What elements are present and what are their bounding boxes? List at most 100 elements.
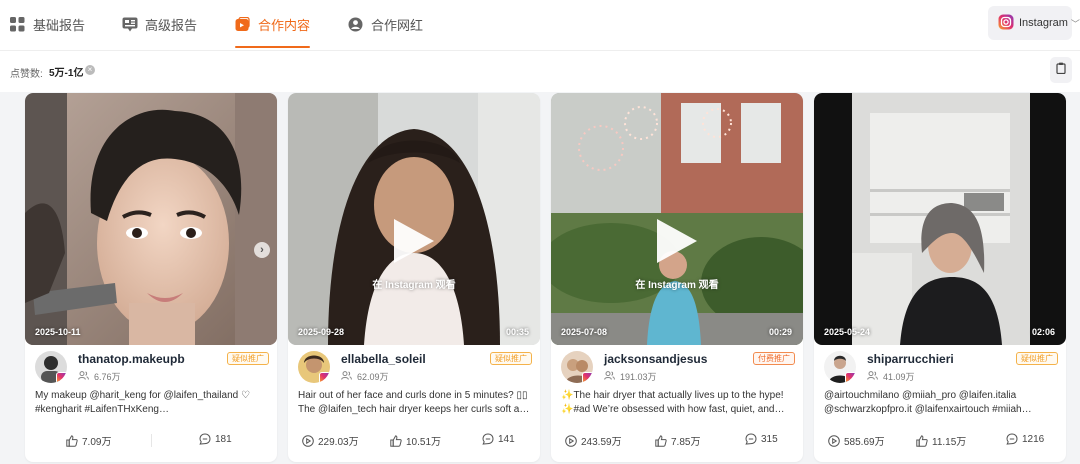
thumbs-up-icon xyxy=(66,434,78,447)
followers-count: 191.03万 xyxy=(620,372,657,382)
content-icon xyxy=(235,16,250,32)
video-thumbnail[interactable]: 在 Instagram 观看 2025-07-08 00:29 xyxy=(551,93,803,345)
comments-count: 181 xyxy=(215,433,232,445)
likes-count: 7.85万 xyxy=(671,437,701,448)
tab-collab-influencers[interactable]: 合作网红 xyxy=(348,0,423,48)
clipboard-icon xyxy=(1056,61,1066,79)
caption: My makeup @harit_keng for @laifen_thaila… xyxy=(35,389,269,417)
followers: 62.09万 xyxy=(341,370,389,383)
play-circle-icon xyxy=(828,434,840,447)
watch-on-instagram[interactable]: 在 Instagram 观看 xyxy=(551,276,803,291)
stats-row: 229.03万 10.51万 141 xyxy=(288,433,540,449)
comments-stat: 181 xyxy=(199,433,232,445)
avatar[interactable] xyxy=(298,351,330,383)
author-row: ellabella_soleil 62.09万 疑似推广 xyxy=(298,351,532,385)
followers-icon xyxy=(867,371,878,382)
comment-icon xyxy=(199,433,211,445)
author-handle[interactable]: thanatop.makeupb xyxy=(78,352,185,366)
report-icon xyxy=(122,17,138,32)
instagram-badge-icon xyxy=(319,372,330,383)
clear-filter-icon[interactable]: × xyxy=(85,65,95,75)
top-nav: 基础报告 高级报告 合作内容 合作网红 Instagram ﹀ xyxy=(0,0,1080,50)
content-card[interactable]: 2025-05-24 02:06 shiparrucchieri 41.09万 … xyxy=(814,93,1066,462)
instagram-icon xyxy=(998,14,1014,33)
avatar[interactable] xyxy=(561,351,593,383)
likes-count: 11.15万 xyxy=(932,437,967,448)
promotion-tag: 疑似推广 xyxy=(227,352,269,365)
avatar[interactable] xyxy=(824,351,856,383)
content-card[interactable]: 在 Instagram 观看 2025-09-28 00:35 ellabell… xyxy=(288,93,540,462)
tab-label: 合作内容 xyxy=(258,17,311,33)
play-icon[interactable] xyxy=(657,219,697,263)
comments-stat: 1216 xyxy=(1006,433,1044,445)
comment-icon xyxy=(745,433,757,445)
play-circle-icon xyxy=(565,434,577,447)
caption: ✨The hair dryer that actually lives up t… xyxy=(561,389,795,417)
export-button[interactable] xyxy=(1050,57,1072,83)
tab-collab-content[interactable]: 合作内容 xyxy=(235,0,311,48)
followers-count: 62.09万 xyxy=(357,372,389,382)
video-duration: 00:35 xyxy=(505,327,529,337)
views-stat: 229.03万 xyxy=(302,433,359,448)
likes-stat: 7.85万 xyxy=(655,433,700,448)
author-row: jacksonsandjesus 191.03万 付费推广 xyxy=(561,351,795,385)
post-date: 2025-05-24 xyxy=(824,327,871,337)
platform-selector[interactable]: Instagram ﹀ xyxy=(988,6,1080,40)
post-date: 2025-09-28 xyxy=(298,327,345,337)
tab-advanced-report[interactable]: 高级报告 xyxy=(122,0,197,48)
author-handle[interactable]: jacksonsandjesus xyxy=(604,352,707,366)
likes-stat: 10.51万 xyxy=(390,433,441,448)
thumbs-up-icon xyxy=(916,434,928,447)
tab-basic-report[interactable]: 基础报告 xyxy=(10,0,85,48)
views-count: 585.69万 xyxy=(844,437,885,448)
author-handle[interactable]: ellabella_soleil xyxy=(341,352,426,366)
author-handle[interactable]: shiparrucchieri xyxy=(867,352,954,366)
likes-count: 7.09万 xyxy=(82,437,112,448)
followers: 6.76万 xyxy=(78,370,121,383)
views-count: 229.03万 xyxy=(318,437,359,448)
stats-row: 243.59万 7.85万 315 xyxy=(551,433,803,449)
video-thumbnail[interactable]: 2025-05-24 02:06 xyxy=(814,93,1066,345)
video-duration: 02:06 xyxy=(1031,327,1055,337)
promotion-tag: 疑似推广 xyxy=(490,352,532,365)
caption-line: #kengharit #LaifenTHxKeng… xyxy=(35,404,169,415)
views-count: 243.59万 xyxy=(581,437,622,448)
video-thumbnail[interactable]: › 2025-10-11 xyxy=(25,93,277,345)
comments-stat: 141 xyxy=(482,433,515,445)
caption-line: ✨#ad We’re obsessed with how fast, quiet… xyxy=(561,404,785,415)
comment-icon xyxy=(482,433,494,445)
instagram-badge-icon xyxy=(845,372,856,383)
post-date: 2025-07-08 xyxy=(561,327,608,337)
avatar[interactable] xyxy=(35,351,67,383)
content-card[interactable]: 在 Instagram 观看 2025-07-08 00:29 jacksons… xyxy=(551,93,803,462)
instagram-badge-icon xyxy=(56,372,67,383)
grid-icon xyxy=(10,16,25,32)
chevron-down-icon: ﹀ xyxy=(1070,18,1080,29)
platform-label: Instagram xyxy=(1019,17,1068,29)
promotion-tag: 付费推广 xyxy=(753,352,795,365)
watch-on-instagram[interactable]: 在 Instagram 观看 xyxy=(288,276,540,291)
instagram-badge-icon xyxy=(582,372,593,383)
stats-row: 585.69万 11.15万 1216 xyxy=(814,433,1066,449)
caption-line: My makeup @harit_keng for @laifen_thaila… xyxy=(35,390,250,401)
filter-value[interactable]: 5万-1亿 xyxy=(49,64,83,79)
caption-line: The @laifen_tech hair dryer keeps her cu… xyxy=(298,404,532,415)
views-stat: 243.59万 xyxy=(565,433,622,448)
likes-stat: 7.09万 xyxy=(66,433,111,448)
play-icon[interactable] xyxy=(394,219,434,263)
next-image-icon[interactable]: › xyxy=(254,242,270,258)
video-thumbnail[interactable]: 在 Instagram 观看 2025-09-28 00:35 xyxy=(288,93,540,345)
stats-row: 7.09万 181 xyxy=(25,433,277,449)
play-circle-icon xyxy=(302,434,314,447)
followers-count: 6.76万 xyxy=(94,372,121,382)
caption: @airtouchmilano @miiah_pro @laifen.itali… xyxy=(824,389,1058,417)
comments-count: 141 xyxy=(498,433,515,445)
caption-line: @schwarzkopfpro.it @laifenxairtouch #mii… xyxy=(824,404,1032,415)
content-card[interactable]: › 2025-10-11 thanatop.makeupb 6.76万 疑似推广… xyxy=(25,93,277,462)
filter-bar: 点赞数: 5万-1亿 × xyxy=(0,50,1080,92)
thumbs-up-icon xyxy=(655,434,667,447)
post-date: 2025-10-11 xyxy=(35,327,81,337)
comment-icon xyxy=(1006,433,1018,445)
followers-count: 41.09万 xyxy=(883,372,915,382)
author-row: thanatop.makeupb 6.76万 疑似推广 xyxy=(35,351,269,385)
